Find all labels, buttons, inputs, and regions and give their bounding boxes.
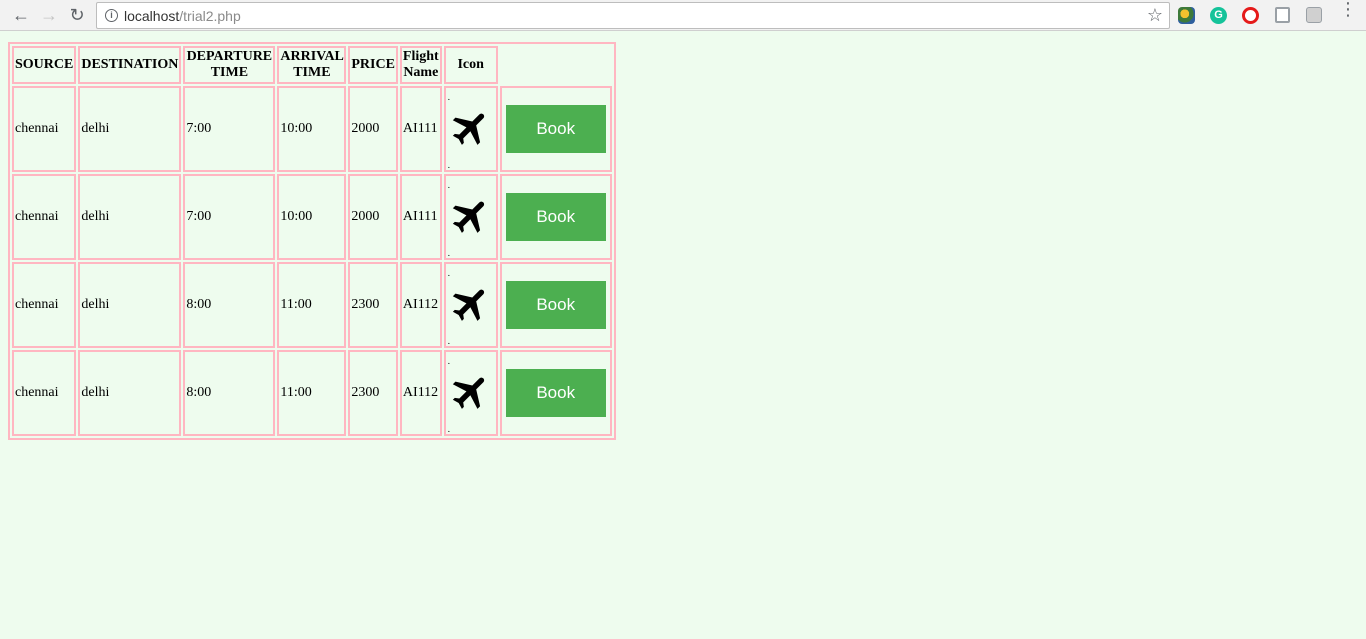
cell-destination: delhi [78,174,182,260]
cell-flight-name: AI111 [399,86,442,172]
cell-flight-name: AI111 [399,174,442,260]
table-row: chennai delhi 8:00 11:00 2300 AI112 . . … [12,262,612,348]
cell-destination: delhi [78,86,182,172]
cell-flight-name: AI112 [399,262,442,348]
url-text: localhost/trial2.php [124,8,241,24]
airplane-icon [452,289,484,321]
cell-icon: . . [443,174,498,260]
cell-departure: 8:00 [183,350,276,436]
cell-price: 2000 [348,174,398,260]
cell-arrival: 11:00 [277,350,347,436]
header-departure-time: DEPARTURE TIME [183,46,276,84]
header-source: SOURCE [12,46,77,84]
cell-departure: 7:00 [183,174,276,260]
opera-icon[interactable] [1242,7,1259,24]
cell-icon: . . [443,262,498,348]
header-flight-name: Flight Name [399,46,442,84]
copy-icon[interactable] [1275,7,1290,23]
url-host: localhost [124,8,180,24]
book-button[interactable]: Book [505,369,606,417]
cell-source: chennai [12,174,77,260]
table-header-row: SOURCE DESTINATION DEPARTURE TIME ARRIVA… [12,46,612,84]
cell-destination: delhi [78,350,182,436]
table-row: chennai delhi 7:00 10:00 2000 AI111 . . … [12,86,612,172]
cell-departure: 8:00 [183,262,276,348]
cell-icon: . . [443,86,498,172]
back-button[interactable]: ← [10,4,32,26]
airplane-icon [452,113,484,145]
cell-action: Book [499,350,612,436]
header-destination: DESTINATION [78,46,182,84]
cell-arrival: 11:00 [277,262,347,348]
book-button[interactable]: Book [505,105,606,153]
table-row: chennai delhi 7:00 10:00 2000 AI111 . . … [12,174,612,260]
cell-icon: . . [443,350,498,436]
cell-price: 2300 [348,350,398,436]
cell-price: 2000 [348,86,398,172]
book-button[interactable]: Book [505,193,606,241]
header-price: PRICE [348,46,398,84]
forward-button[interactable]: → [38,4,60,26]
cell-action: Book [499,174,612,260]
cell-arrival: 10:00 [277,174,347,260]
airplane-icon [452,201,484,233]
cell-action: Book [499,262,612,348]
cell-destination: delhi [78,262,182,348]
cell-source: chennai [12,350,77,436]
cell-flight-name: AI112 [399,350,442,436]
cell-source: chennai [12,86,77,172]
airplane-icon [452,377,484,409]
globe-extension-icon[interactable] [1178,7,1195,24]
cell-departure: 7:00 [183,86,276,172]
header-arrival-time: ARRIVAL TIME [277,46,347,84]
cell-arrival: 10:00 [277,86,347,172]
reload-button[interactable]: ↻ [66,4,88,26]
cell-action: Book [499,86,612,172]
url-path: /trial2.php [179,8,241,24]
cell-source: chennai [12,262,77,348]
header-icon: Icon [443,46,498,84]
address-bar[interactable]: i localhost/trial2.php ☆ [96,2,1170,29]
info-icon[interactable]: i [105,9,118,22]
box-icon[interactable] [1306,7,1322,23]
browser-toolbar: ← → ↻ i localhost/trial2.php ☆ G ⋮ [0,0,1366,31]
cell-price: 2300 [348,262,398,348]
grammarly-icon[interactable]: G [1210,7,1227,24]
flight-table: SOURCE DESTINATION DEPARTURE TIME ARRIVA… [8,42,616,440]
book-button[interactable]: Book [505,281,606,329]
table-row: chennai delhi 8:00 11:00 2300 AI112 . . … [12,350,612,436]
bookmark-star-icon[interactable]: ☆ [1147,5,1163,26]
menu-icon[interactable]: ⋮ [1339,0,1357,18]
